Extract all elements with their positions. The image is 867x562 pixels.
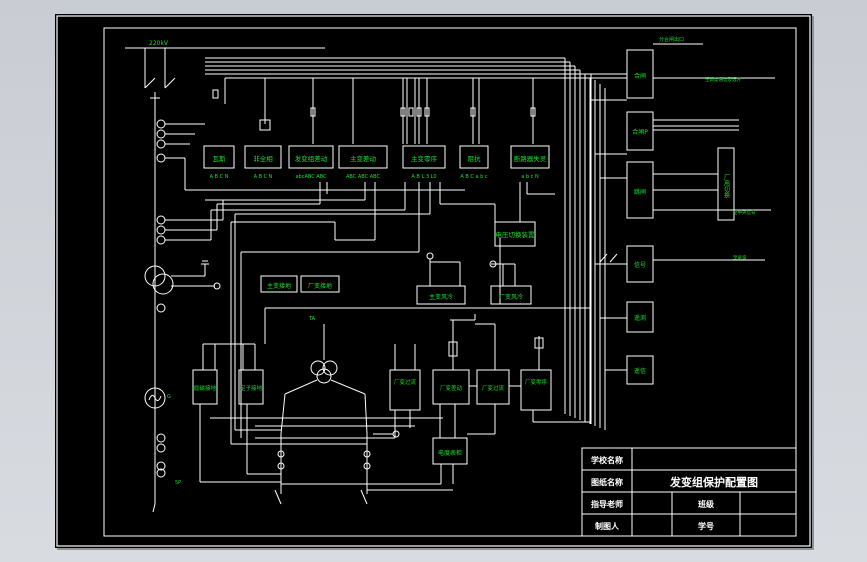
top-protection-label: 瓦斯 (213, 154, 227, 163)
terminal-label: ABC ABC ABC (346, 174, 380, 180)
right-frames (585, 43, 775, 430)
right-label-1: 至调度通信及远方 (705, 76, 741, 83)
inner-frame (103, 27, 797, 537)
terminal-label: abcABC ABC (295, 174, 327, 180)
right-box-label: 遥信 (634, 367, 646, 375)
switch-group-label: 厂用切换 (723, 174, 730, 199)
lower-protection-label: 厂变差动 (440, 384, 463, 392)
drafter-label: 制图人 (595, 521, 620, 531)
top-left-label: 220kV (149, 40, 169, 47)
teacher-label: 指导老师 (591, 499, 623, 509)
drawing-sheet: 220kV 分合闸出口 至调度通信及远方 至中央信号 至录波 瓦斯 非全相 发变… (55, 14, 812, 548)
top-protection-label: 发变组差动 (295, 154, 328, 163)
lower-protection-label: 定子接地 (240, 384, 263, 392)
top-protection-label: 非全相 (253, 154, 273, 163)
top-protection-label: 主变零序 (411, 154, 438, 163)
vt-note: 5P (175, 480, 181, 486)
aux-frames (260, 221, 536, 305)
right-box-label: 跳闸 (634, 188, 646, 196)
ground-label-2: 厂变接地 (308, 282, 332, 290)
lower-protection-label: 厂变零序 (525, 378, 548, 386)
terminal-label: A B C N (210, 174, 229, 180)
main-transformer (144, 260, 221, 295)
lower-protection-label: 厂变过流 (394, 378, 417, 386)
schematic-drawing: 220kV 分合闸出口 至调度通信及远方 至中央信号 至录波 瓦斯 非全相 发变… (56, 15, 811, 547)
terminal-label: A B L 3 L0 (411, 174, 436, 180)
main-busbar (125, 47, 325, 513)
meter-box-label: 电度表柜 (438, 449, 462, 457)
right-box-label: 信号 (634, 261, 646, 269)
top-protection-label: 阻抗 (468, 154, 482, 163)
lower-wiring (192, 307, 590, 505)
lower-protection-label: 厂变过流 (482, 384, 505, 392)
feed-resistors (212, 89, 536, 131)
right-label-2: 至中央信号 (733, 209, 756, 216)
voltage-switch-label: 电压切换装置 (496, 230, 536, 239)
top-protection-label: 主变差动 (350, 154, 377, 163)
terminal-label: A B C a b c (460, 174, 488, 180)
drawing-title: 发变组保护配置图 (669, 475, 758, 489)
student-number-label: 学号 (698, 521, 714, 531)
cooling-label-1: 主变风冷 (429, 293, 453, 301)
top-right-label: 分合闸出口 (659, 36, 684, 43)
top-box-wiring (185, 182, 555, 444)
class-label: 班级 (698, 499, 715, 509)
control-buses (205, 57, 591, 424)
cooling-label-2: 厂变风冷 (499, 293, 523, 301)
terminal-label: A B C N (254, 174, 273, 180)
school-name-label: 学校名称 (591, 455, 623, 465)
ground-label-1: 主变接地 (267, 282, 291, 290)
top-protection-label: 断路器失灵 (514, 154, 547, 163)
terminal-label: a b c N (521, 174, 539, 180)
right-label-3: 至录波 (733, 254, 747, 261)
lower-protection-label: 励磁接地 (194, 384, 217, 392)
right-box-label: 合闸P (632, 128, 648, 136)
right-box-label: 合闸 (634, 72, 646, 80)
cad-viewport: 220kV 分合闸出口 至调度通信及远方 至中央信号 至录波 瓦斯 非全相 发变… (0, 0, 867, 562)
drawing-name-label: 图纸名称 (591, 477, 623, 487)
outer-frame (56, 15, 811, 547)
mid-note: TA (308, 316, 316, 322)
generator-note: G (167, 394, 171, 400)
right-box-label: 遥测 (634, 314, 646, 322)
